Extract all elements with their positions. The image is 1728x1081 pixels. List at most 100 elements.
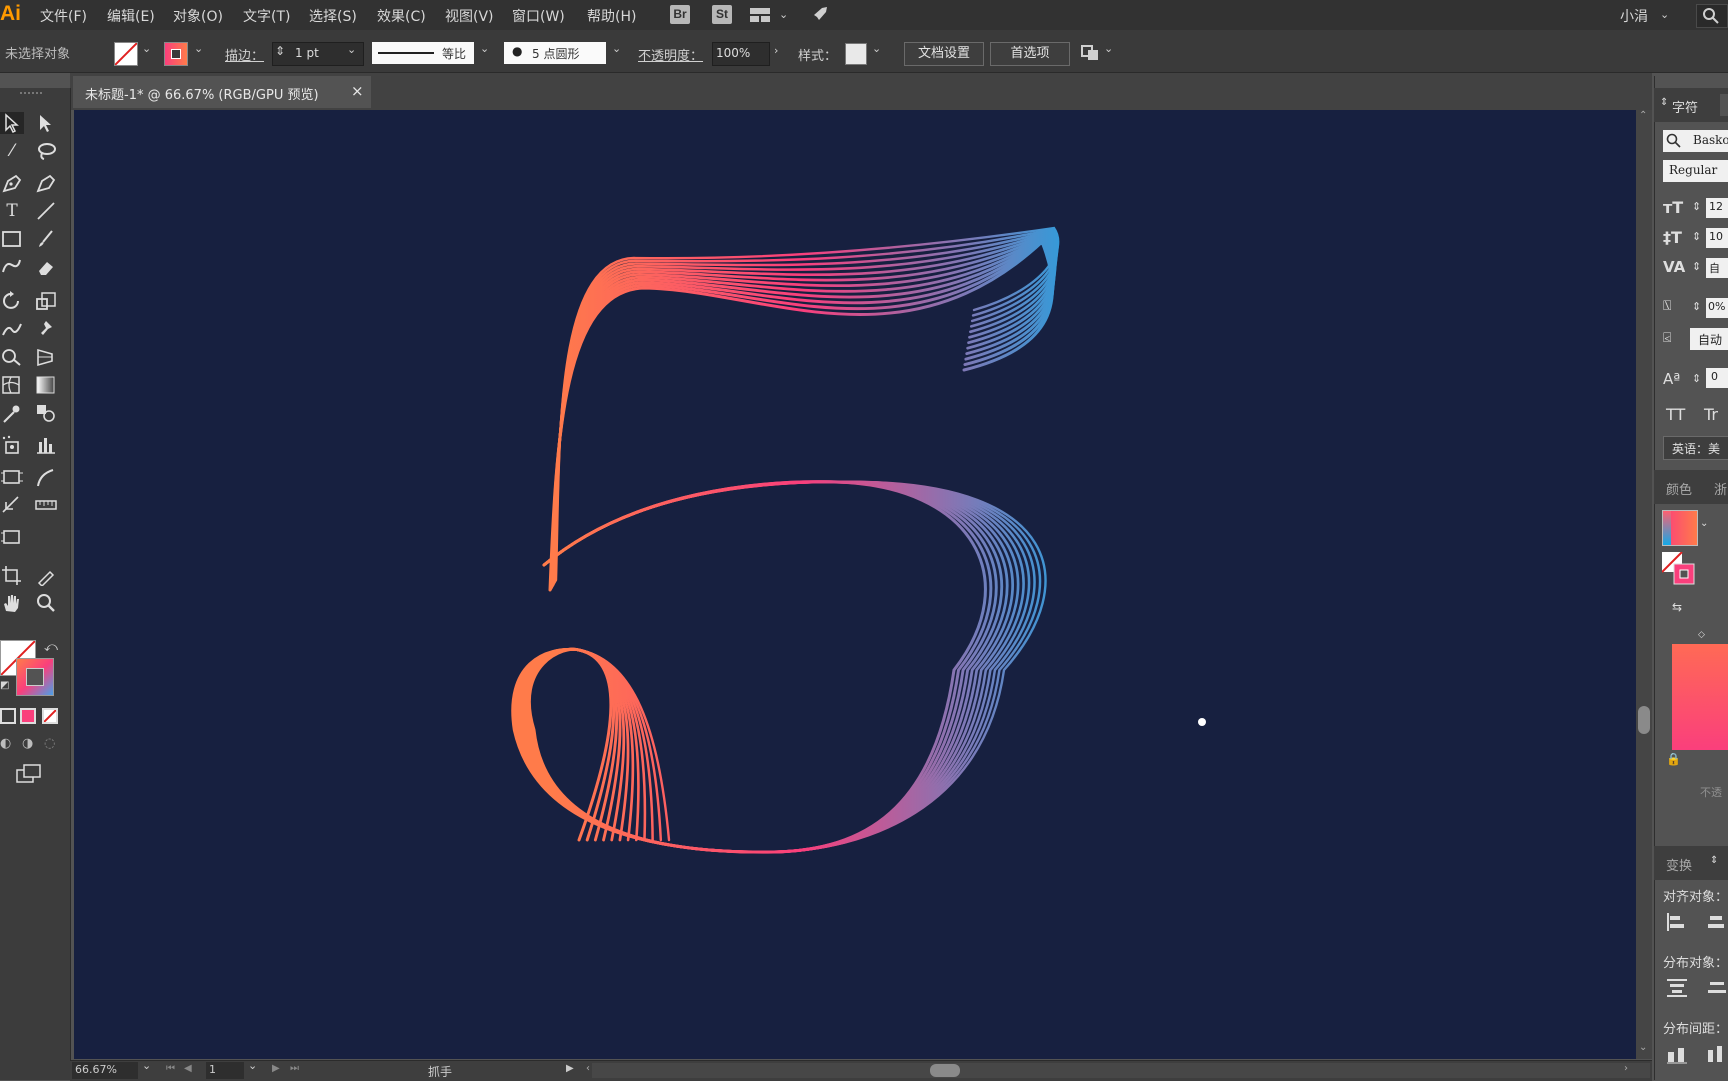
scale-tool[interactable] (34, 290, 58, 312)
selection-tool[interactable] (0, 112, 24, 134)
tsume-field[interactable]: 0% (1706, 298, 1728, 318)
next-artboard-icon[interactable]: ▶ (272, 1063, 280, 1074)
artboard-tool[interactable] (0, 466, 24, 488)
stepper-icon[interactable]: ⇕ (1692, 300, 1701, 313)
stepper-icon[interactable]: ⇕ (1692, 230, 1701, 243)
kerning-field[interactable]: 自 (1706, 258, 1728, 278)
horizontal-scroll-thumb[interactable] (930, 1064, 960, 1077)
stroke-weight-field[interactable]: ⇕ 1 pt ⌄ (272, 42, 364, 66)
leading-field[interactable]: 10 (1706, 228, 1728, 248)
stroke-label[interactable]: 描边： (225, 45, 264, 64)
draw-behind-icon[interactable]: ◑ (22, 736, 33, 751)
stroke-swatch[interactable] (164, 42, 188, 66)
graph-tool[interactable] (34, 434, 58, 456)
direct-selection-tool[interactable] (34, 112, 58, 134)
eyedropper-tool-2[interactable] (34, 564, 58, 588)
arrange-icon[interactable] (1080, 44, 1100, 62)
panel-grip[interactable] (20, 92, 42, 96)
document-tab[interactable]: 未标题-1* @ 66.67% (RGB/GPU 预览) × (73, 76, 371, 108)
stepper-icon[interactable]: ⇕ (1692, 260, 1701, 273)
distribute-spacing-icon[interactable] (1666, 1044, 1688, 1068)
chevron-down-icon[interactable]: ⌄ (248, 1059, 257, 1072)
search-field[interactable] (1696, 4, 1728, 28)
symbol-sprayer-tool[interactable] (0, 434, 24, 456)
font-style-field[interactable]: Regular (1663, 160, 1728, 182)
color-tab[interactable]: 颜色 (1666, 479, 1692, 498)
stepper-icon[interactable]: ⇕ (1692, 372, 1701, 385)
magic-wand-tool[interactable]: ⁄ (0, 140, 24, 162)
scroll-left-icon[interactable]: ‹ (586, 1063, 590, 1074)
opacity-field[interactable]: 100% (712, 42, 770, 66)
panel-stroke-swatch[interactable] (1661, 551, 1696, 586)
vertical-scroll-thumb[interactable] (1638, 706, 1650, 734)
chevron-down-icon[interactable]: ⌄ (872, 42, 881, 55)
width-tool[interactable] (0, 494, 24, 516)
gradient-stop-marker[interactable]: ◇ (1698, 630, 1705, 640)
shaper-tool[interactable] (0, 256, 24, 278)
font-family-field[interactable]: Basko (1663, 130, 1728, 152)
puppet-warp-tool[interactable] (34, 318, 58, 340)
curvature-tool[interactable] (34, 172, 58, 194)
hand-tool[interactable] (0, 592, 24, 614)
none-mode-button[interactable] (42, 708, 58, 724)
menu-type[interactable]: 文字(T) (243, 6, 290, 26)
chevron-down-icon[interactable]: ⌄ (142, 1059, 151, 1072)
menu-edit[interactable]: 编辑(E) (107, 6, 155, 26)
lasso-tool[interactable] (34, 140, 58, 162)
stroke-profile-dropdown[interactable]: 等比 (372, 42, 474, 64)
style-swatch[interactable] (845, 43, 867, 65)
menu-file[interactable]: 文件(F) (40, 6, 87, 26)
rotate-tool[interactable] (0, 290, 24, 312)
small-caps-button[interactable]: Tr (1704, 405, 1718, 424)
eyedropper-tool[interactable] (0, 402, 24, 424)
fill-swatch[interactable] (114, 42, 138, 66)
menu-help[interactable]: 帮助(H) (587, 6, 636, 26)
stroke-color-box[interactable] (16, 658, 54, 696)
collapse-icon[interactable]: ⇕ (1710, 855, 1718, 866)
screen-mode-button[interactable] (16, 764, 42, 788)
rocket-icon[interactable] (808, 4, 830, 26)
zoom-field[interactable]: 66.67% (72, 1062, 138, 1079)
lock-icon[interactable]: 🔒 (1666, 752, 1681, 766)
aki-field[interactable]: 自动 (1690, 328, 1728, 350)
chevron-down-icon[interactable]: ⌄ (779, 8, 788, 21)
type-tool[interactable]: T (0, 200, 24, 222)
menu-select[interactable]: 选择(S) (309, 6, 357, 26)
print-tiling-tool[interactable] (0, 526, 24, 548)
chevron-right-icon[interactable]: › (774, 44, 778, 57)
transform-tab[interactable]: 变换 (1666, 855, 1692, 874)
collapse-icon[interactable]: ⇕ (1660, 97, 1668, 108)
character-tab[interactable]: 字符 (1672, 97, 1698, 116)
distribute-spacing-icon-2[interactable] (1706, 1044, 1728, 1068)
align-left-icon[interactable] (1666, 912, 1686, 936)
language-dropdown[interactable]: 英语：美 (1663, 436, 1728, 460)
workspace-layout-icon[interactable] (750, 7, 770, 22)
crop-tool[interactable] (0, 564, 24, 586)
baseline-shift-field[interactable]: 0 (1706, 368, 1728, 388)
scroll-down-icon[interactable]: ⌄ (1639, 1042, 1647, 1053)
warp-tool[interactable] (0, 318, 24, 340)
panel-fill-swatch[interactable] (1662, 510, 1698, 546)
draw-normal-icon[interactable]: ◐ (0, 736, 11, 751)
mesh-tool[interactable] (0, 374, 24, 396)
vertical-scrollbar[interactable]: ⌃ ⌄ (1636, 110, 1652, 1059)
font-size-field[interactable]: 12 (1706, 198, 1728, 218)
distribute-top-icon[interactable] (1666, 978, 1688, 1002)
perspective-grid-tool[interactable] (34, 346, 58, 368)
horizontal-scrollbar[interactable] (592, 1063, 1650, 1078)
stock-button[interactable]: St (712, 5, 732, 24)
draw-inside-icon[interactable]: ◌ (44, 736, 55, 751)
chevron-down-icon[interactable]: ⌄ (1660, 8, 1669, 21)
eraser-tool[interactable] (34, 256, 58, 278)
rectangle-tool[interactable] (0, 228, 24, 250)
default-colors-icon[interactable]: ◩ (0, 680, 9, 691)
menu-effect[interactable]: 效果(C) (377, 6, 426, 26)
chevron-down-icon[interactable]: ⌄ (1700, 518, 1708, 529)
menu-window[interactable]: 窗口(W) (512, 6, 565, 26)
chevron-down-icon[interactable]: ⌄ (347, 43, 356, 56)
artboard-number-field[interactable]: 1 (206, 1062, 244, 1079)
line-tool[interactable] (34, 200, 58, 222)
chevron-down-icon[interactable]: ⌄ (194, 42, 203, 55)
preferences-button[interactable]: 首选项 (990, 42, 1070, 66)
ruler-tool[interactable] (34, 494, 58, 516)
